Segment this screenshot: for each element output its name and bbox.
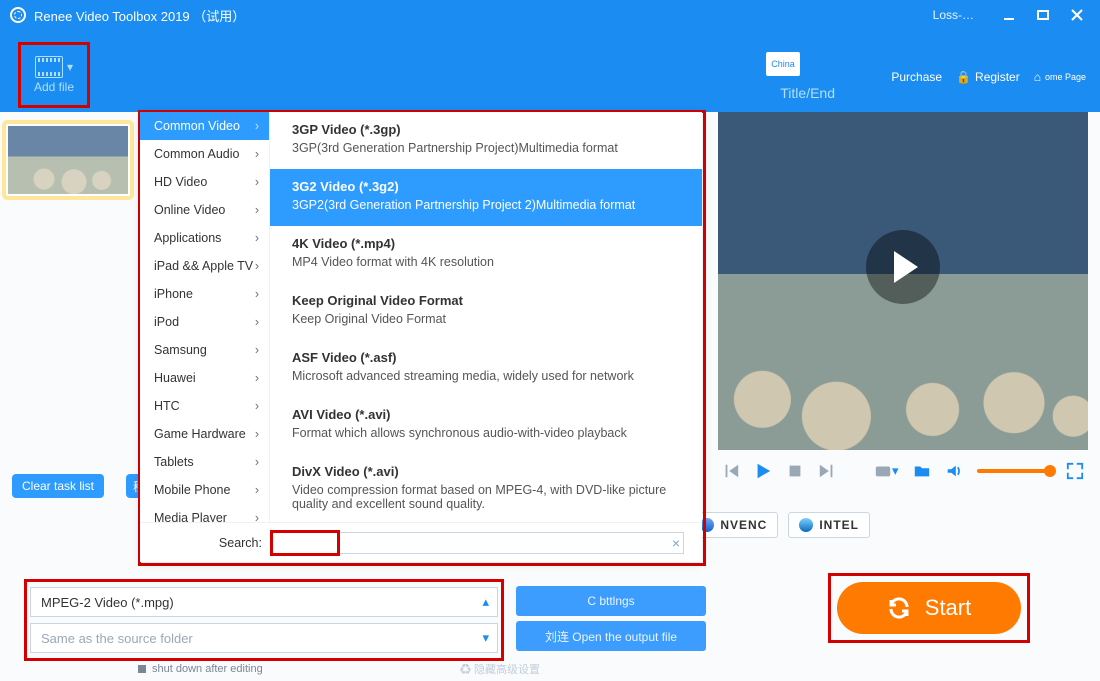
- advanced-settings-ghost[interactable]: ♻ 隐藏高级设置: [460, 661, 540, 677]
- format-option[interactable]: 3GP Video (*.3gp)3GP(3rd Generation Part…: [270, 112, 702, 169]
- lock-icon: 🔒: [956, 70, 971, 84]
- checkbox-icon: [138, 665, 146, 673]
- format-option[interactable]: ASF Video (*.asf)Microsoft advanced stre…: [270, 340, 702, 397]
- stop-button[interactable]: [786, 462, 804, 480]
- refresh-icon: [887, 596, 911, 620]
- format-option[interactable]: DivX Video (*.avi)Video compression form…: [270, 454, 702, 522]
- format-category-item[interactable]: Huawei›: [140, 364, 269, 392]
- intel-icon: [799, 518, 813, 532]
- player-controls: ▾: [718, 450, 1088, 492]
- chevron-right-icon: ›: [255, 287, 259, 301]
- format-category-item[interactable]: iPad && Apple TV›: [140, 252, 269, 280]
- next-button[interactable]: [818, 462, 836, 480]
- output-format-dropdown[interactable]: MPEG-2 Video (*.mpg) ▴: [30, 587, 498, 617]
- format-category-list: Common Video›Common Audio›HD Video›Onlin…: [140, 112, 270, 562]
- window-title: Renee Video Toolbox 2019 （试用）: [34, 6, 245, 25]
- start-highlight: Start: [828, 573, 1030, 643]
- volume-button[interactable]: [945, 462, 963, 480]
- homepage-link[interactable]: ⌂ome Page: [1034, 70, 1086, 84]
- addfile-highlight: ▾ Add file: [18, 42, 90, 108]
- source-thumbnail[interactable]: [6, 124, 130, 196]
- open-folder-button[interactable]: [913, 462, 931, 480]
- window-maximize[interactable]: [1030, 5, 1056, 25]
- main-toolbar: ▾ Add file China Title/End Purchase 🔒Reg…: [0, 30, 1100, 112]
- chevron-right-icon: ›: [255, 147, 259, 161]
- film-icon: [35, 56, 63, 78]
- workspace: Clear task list 移 ▾ NVENC INTEL Start: [0, 112, 1100, 681]
- loss-label: Loss-…: [933, 8, 974, 22]
- format-category-item[interactable]: Samsung›: [140, 336, 269, 364]
- format-category-item[interactable]: Online Video›: [140, 196, 269, 224]
- start-label: Start: [925, 595, 971, 621]
- output-format-value: MPEG-2 Video (*.mpg): [41, 595, 174, 610]
- window-minimize[interactable]: [996, 5, 1022, 25]
- preview-video[interactable]: [718, 112, 1088, 450]
- fullscreen-button[interactable]: [1066, 462, 1084, 480]
- format-search-bar: Search: ×: [140, 522, 702, 562]
- format-option[interactable]: 3G2 Video (*.3g2)3GP2(3rd Generation Par…: [270, 169, 702, 226]
- format-category-item[interactable]: HD Video›: [140, 168, 269, 196]
- play-button[interactable]: [754, 462, 772, 480]
- chevron-down-icon: ▾: [482, 630, 489, 646]
- titlebar: Renee Video Toolbox 2019 （试用） Loss-…: [0, 0, 1100, 30]
- chevron-up-icon: ▴: [482, 594, 489, 610]
- chevron-right-icon: ›: [255, 427, 259, 441]
- chevron-right-icon: ›: [255, 343, 259, 357]
- format-category-item[interactable]: Tablets›: [140, 448, 269, 476]
- format-category-item[interactable]: Applications›: [140, 224, 269, 252]
- output-folder-dropdown[interactable]: Same as the source folder ▾: [30, 623, 498, 653]
- format-category-item[interactable]: Game Hardware›: [140, 420, 269, 448]
- china-flag-icon: China: [766, 52, 800, 76]
- purchase-link[interactable]: Purchase: [891, 70, 942, 84]
- volume-slider[interactable]: [977, 469, 1052, 473]
- format-category-item[interactable]: Common Audio›: [140, 140, 269, 168]
- search-label: Search:: [214, 536, 262, 550]
- output-fields: MPEG-2 Video (*.mpg) ▴ Same as the sourc…: [24, 577, 504, 661]
- format-category-item[interactable]: iPod›: [140, 308, 269, 336]
- chevron-right-icon: ›: [255, 259, 259, 273]
- chevron-down-icon: ▾: [67, 60, 73, 74]
- chevron-right-icon: ›: [255, 399, 259, 413]
- clear-task-list-button[interactable]: Clear task list: [12, 474, 104, 498]
- chevron-right-icon: ›: [255, 203, 259, 217]
- intel-badge[interactable]: INTEL: [788, 512, 870, 538]
- format-category-item[interactable]: Common Video›: [140, 112, 269, 140]
- title-end-tool-label[interactable]: Title/End: [780, 85, 835, 101]
- open-output-ghost-button[interactable]: 刘连 Open the output file: [516, 621, 706, 651]
- format-dropdown-panel: Common Video›Common Audio›HD Video›Onlin…: [140, 112, 702, 562]
- format-option[interactable]: 4K Video (*.mp4)MP4 Video format with 4K…: [270, 226, 702, 283]
- chevron-right-icon: ›: [255, 175, 259, 189]
- add-file-button[interactable]: ▾ Add file: [23, 47, 85, 103]
- window-close[interactable]: [1064, 5, 1090, 25]
- chevron-right-icon: ›: [255, 315, 259, 329]
- format-option[interactable]: AVI Video (*.avi)Format which allows syn…: [270, 397, 702, 454]
- format-category-item[interactable]: Mobile Phone›: [140, 476, 269, 504]
- home-icon: ⌂: [1034, 70, 1041, 84]
- chevron-right-icon: ›: [255, 371, 259, 385]
- prev-button[interactable]: [722, 462, 740, 480]
- clear-search-icon[interactable]: ×: [672, 535, 680, 551]
- format-category-item[interactable]: HTC›: [140, 392, 269, 420]
- format-option[interactable]: Keep Original Video FormatKeep Original …: [270, 283, 702, 340]
- preview-pane: ▾: [718, 112, 1088, 492]
- chevron-right-icon: ›: [255, 455, 259, 469]
- chevron-right-icon: ›: [255, 483, 259, 497]
- shutdown-checkbox[interactable]: shut down after editing: [138, 663, 263, 675]
- register-link[interactable]: 🔒Register: [956, 70, 1020, 84]
- format-category-item[interactable]: iPhone›: [140, 280, 269, 308]
- chevron-right-icon: ›: [255, 119, 259, 133]
- play-overlay-button[interactable]: [866, 230, 940, 304]
- app-logo-icon: [10, 7, 26, 23]
- format-option-list: 3GP Video (*.3gp)3GP(3rd Generation Part…: [270, 112, 702, 522]
- snapshot-button[interactable]: ▾: [874, 462, 899, 480]
- settings-ghost-button[interactable]: C bttlngs: [516, 586, 706, 616]
- output-folder-value: Same as the source folder: [41, 631, 193, 646]
- start-button[interactable]: Start: [837, 582, 1021, 634]
- hw-encoders: NVENC INTEL: [689, 512, 870, 538]
- chevron-right-icon: ›: [255, 231, 259, 245]
- add-file-label: Add file: [34, 80, 74, 94]
- search-highlight: [270, 530, 340, 556]
